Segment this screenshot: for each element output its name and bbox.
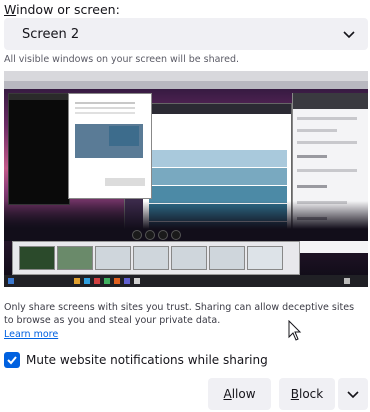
block-options-dropdown[interactable] (338, 378, 368, 410)
share-hint: All visible windows on your screen will … (4, 54, 240, 65)
block-button[interactable]: Block (279, 378, 335, 410)
allow-access-key: A (223, 387, 232, 401)
checkmark-icon (7, 356, 17, 365)
label-rest: indow or screen: (16, 2, 120, 17)
security-notice: Only share screens with sites you trust.… (4, 302, 355, 326)
block-access-key: B (290, 387, 299, 401)
screen-select[interactable]: Screen 2 (4, 18, 368, 50)
chevron-down-icon (343, 31, 355, 39)
learn-more-link[interactable]: Learn more (4, 329, 58, 340)
chevron-down-icon (347, 391, 359, 399)
mute-notifications-checkbox[interactable] (4, 352, 20, 368)
allow-button[interactable]: Allow (208, 378, 271, 410)
preview-taskbar (4, 275, 368, 287)
preview-share-dialog (68, 93, 152, 199)
preview-thumbnail-strip (12, 241, 300, 275)
mute-notifications-label[interactable]: Mute website notifications while sharing (26, 353, 268, 367)
preview-title-bar (4, 71, 368, 81)
allow-label-rest: llow (231, 387, 256, 401)
preview-tab-strip (4, 81, 368, 89)
preview-dark-window (8, 93, 70, 205)
screen-select-value: Screen 2 (22, 26, 80, 42)
window-or-screen-label: Window or screen: (4, 2, 120, 17)
preview-media-controls (132, 229, 192, 240)
block-label-rest: lock (299, 387, 324, 401)
screen-preview (4, 71, 368, 287)
label-access-key: W (4, 2, 17, 17)
mouse-cursor-icon (288, 320, 302, 341)
